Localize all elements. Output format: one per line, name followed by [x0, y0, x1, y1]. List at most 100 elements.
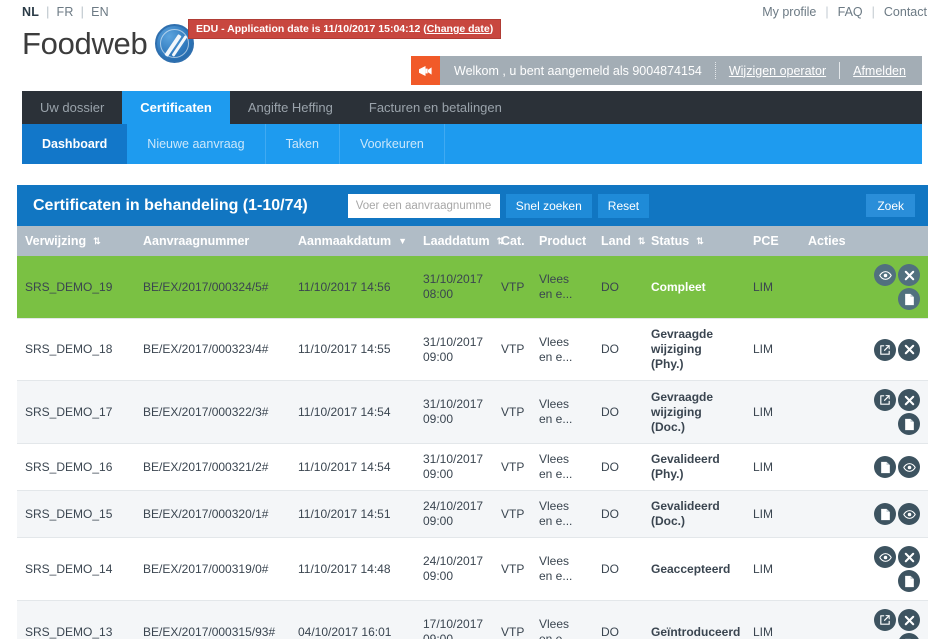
document-icon[interactable]: [874, 456, 896, 478]
language-fr[interactable]: FR: [57, 5, 74, 19]
cell-pce: LIM: [745, 600, 800, 639]
document-icon[interactable]: [898, 570, 920, 592]
welcome-message: Welkom , u bent aangemeld als 9004874154: [454, 63, 702, 78]
cell-actions: [800, 600, 928, 639]
cell-land: DO: [593, 537, 643, 601]
brand-logo[interactable]: Foodweb: [22, 24, 195, 63]
col-aanmaakdatum[interactable]: Aanmaakdatum ▼: [290, 226, 415, 256]
nav-tab-facturen-en-betalingen[interactable]: Facturen en betalingen: [351, 91, 520, 124]
edu-application-date-banner: EDU - Application date is 11/10/2017 15:…: [188, 19, 502, 39]
eye-icon[interactable]: [898, 503, 920, 525]
document-icon[interactable]: [898, 633, 920, 639]
search-zone: Snel zoeken Reset: [347, 193, 650, 218]
table-row[interactable]: SRS_DEMO_13 BE/EX/2017/000315/93# 04/10/20…: [17, 600, 928, 639]
table-row[interactable]: SRS_DEMO_17 BE/EX/2017/000322/3# 11/10/201…: [17, 380, 928, 444]
cell-pce: LIM: [745, 443, 800, 491]
cell-actions: [800, 443, 928, 491]
subnav-tab-dashboard[interactable]: Dashboard: [22, 124, 128, 164]
cell-aanmaakdatum: 11/10/2017 14:48: [290, 537, 415, 601]
col-aanmaakdatum-label: Aanmaakdatum: [298, 234, 392, 248]
close-icon[interactable]: [898, 264, 920, 286]
cell-product: Vlees en e...: [531, 443, 593, 491]
cell-cat: VTP: [493, 600, 531, 639]
close-icon[interactable]: [898, 546, 920, 568]
sort-icon-status[interactable]: ⇅: [696, 236, 704, 247]
table-row[interactable]: SRS_DEMO_16 BE/EX/2017/000321/2# 11/10/201…: [17, 443, 928, 491]
table-row[interactable]: SRS_DEMO_18 BE/EX/2017/000323/4# 11/10/201…: [17, 318, 928, 381]
eye-icon[interactable]: [874, 546, 896, 568]
cell-pce: LIM: [745, 537, 800, 601]
reset-button[interactable]: Reset: [597, 193, 650, 218]
cell-aanvraagnummer: BE/EX/2017/000324/5#: [135, 256, 290, 319]
col-verwijzing-label: Verwijzing: [25, 234, 87, 248]
language-en[interactable]: EN: [91, 5, 109, 19]
welcome-message-bar: Welkom , u bent aangemeld als 9004874154…: [440, 56, 922, 85]
faq-link[interactable]: FAQ: [838, 5, 863, 19]
cell-aanmaakdatum: 11/10/2017 14:56: [290, 256, 415, 319]
nav-tab-certificaten[interactable]: Certificaten: [122, 91, 230, 124]
cell-laaddatum: 31/10/2017 09:00: [415, 443, 493, 491]
table-body: SRS_DEMO_19 BE/EX/2017/000324/5# 11/10/201…: [17, 256, 928, 639]
cell-cat: VTP: [493, 318, 531, 381]
my-profile-link[interactable]: My profile: [762, 5, 816, 19]
document-icon[interactable]: [898, 288, 920, 310]
edit-icon[interactable]: [874, 338, 896, 361]
cell-product: Vlees en e...: [531, 256, 593, 319]
cell-pce: LIM: [745, 318, 800, 381]
sort-icon-aanmaakdatum[interactable]: ▼: [398, 236, 407, 246]
col-land-label: Land: [601, 234, 631, 248]
table-row[interactable]: SRS_DEMO_14 BE/EX/2017/000319/0# 11/10/201…: [17, 537, 928, 601]
nav-tab-uw-dossier[interactable]: Uw dossier: [22, 91, 122, 124]
document-icon[interactable]: [874, 503, 896, 525]
cell-product: Vlees en e...: [531, 318, 593, 381]
close-icon[interactable]: [898, 389, 920, 411]
cell-aanmaakdatum: 11/10/2017 14:51: [290, 490, 415, 538]
cell-aanvraagnummer: BE/EX/2017/000322/3#: [135, 380, 290, 444]
col-product[interactable]: Product: [531, 226, 593, 256]
col-pce[interactable]: PCE: [745, 226, 800, 256]
change-operator-link[interactable]: Wijzigen operator: [729, 64, 826, 78]
edit-icon[interactable]: [874, 609, 896, 631]
subnav-tab-taken[interactable]: Taken: [266, 124, 340, 164]
contact-link[interactable]: Contact: [884, 5, 927, 19]
col-land[interactable]: Land ⇅: [593, 226, 646, 256]
cell-verwijzing: SRS_DEMO_13: [17, 600, 135, 639]
table-row[interactable]: SRS_DEMO_15 BE/EX/2017/000320/1# 11/10/201…: [17, 490, 928, 538]
secondary-navigation: Dashboard Nieuwe aanvraag Taken Voorkeur…: [22, 124, 922, 164]
subnav-tab-nieuwe-aanvraag[interactable]: Nieuwe aanvraag: [127, 124, 266, 164]
cell-laaddatum: 24/10/2017 09:00: [415, 537, 493, 601]
search-input[interactable]: [347, 193, 500, 218]
change-date-link[interactable]: Change date: [427, 23, 490, 35]
col-aanvraagnummer[interactable]: Aanvraagnummer: [135, 226, 290, 256]
col-status[interactable]: Status ⇅: [643, 226, 745, 256]
col-verwijzing[interactable]: Verwijzing ⇅: [17, 226, 135, 256]
zoek-button[interactable]: Zoek: [866, 194, 915, 217]
subnav-tab-voorkeuren[interactable]: Voorkeuren: [340, 124, 445, 164]
logout-link[interactable]: Afmelden: [853, 64, 906, 78]
cell-pce: LIM: [745, 380, 800, 444]
document-icon[interactable]: [898, 413, 920, 435]
table-row[interactable]: SRS_DEMO_19 BE/EX/2017/000324/5# 11/10/201…: [17, 256, 928, 319]
eye-icon[interactable]: [898, 456, 920, 478]
edit-icon[interactable]: [874, 389, 896, 411]
sort-icon-land[interactable]: ⇅: [638, 236, 646, 247]
close-icon[interactable]: [898, 338, 920, 361]
cell-cat: VTP: [493, 380, 531, 444]
cell-land: DO: [593, 443, 643, 491]
cell-status: Compleet: [643, 256, 745, 319]
welcome-divider-2: [839, 62, 841, 79]
cell-pce: LIM: [745, 256, 800, 319]
nav-tab-angifte-heffing[interactable]: Angifte Heffing: [230, 91, 351, 124]
utility-divider-1: |: [825, 5, 829, 19]
cell-product: Vlees en e...: [531, 490, 593, 538]
eye-icon[interactable]: [874, 264, 896, 286]
cell-product: Vlees en e...: [531, 600, 593, 639]
quick-search-button[interactable]: Snel zoeken: [505, 193, 592, 218]
language-nl[interactable]: NL: [22, 5, 39, 19]
cell-actions: [800, 256, 928, 319]
row-action-buttons: [868, 264, 920, 310]
sort-icon-verwijzing[interactable]: ⇅: [93, 236, 101, 247]
col-laaddatum[interactable]: Laaddatum⇅: [415, 226, 504, 256]
certificates-panel: Certificaten in behandeling (1-10/74) Sn…: [17, 185, 928, 639]
close-icon[interactable]: [898, 609, 920, 631]
